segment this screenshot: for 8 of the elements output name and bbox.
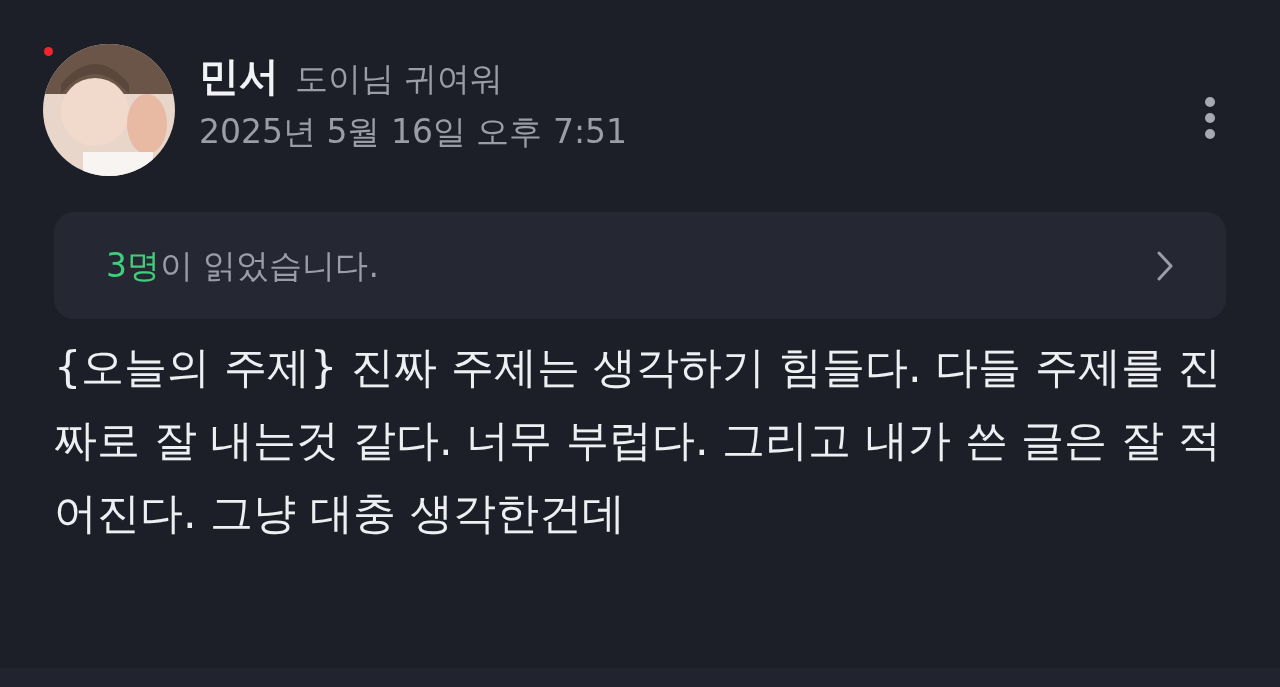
timestamp: 2025년 5월 16일 오후 7:51 bbox=[199, 112, 629, 152]
more-icon bbox=[1204, 96, 1216, 140]
author-name: 민서 bbox=[199, 52, 279, 100]
read-receipt-bar[interactable]: 3명 이 읽었습니다. bbox=[54, 212, 1226, 319]
read-receipt-text: 3명 이 읽었습니다. bbox=[106, 244, 379, 287]
status-message: 도이님 귀여워 bbox=[295, 59, 504, 99]
post-body: {오늘의 주제} 진짜 주제는 생각하기 힘들다. 다들 주제를 진짜로 잘 내는것 같다. 너무 부럽다. 그리고 내가 쓴 글은 잘 적어진다. 그냥 대충 생각한건데 bbox=[54, 341, 1222, 540]
chevron-right-icon bbox=[1156, 249, 1174, 282]
